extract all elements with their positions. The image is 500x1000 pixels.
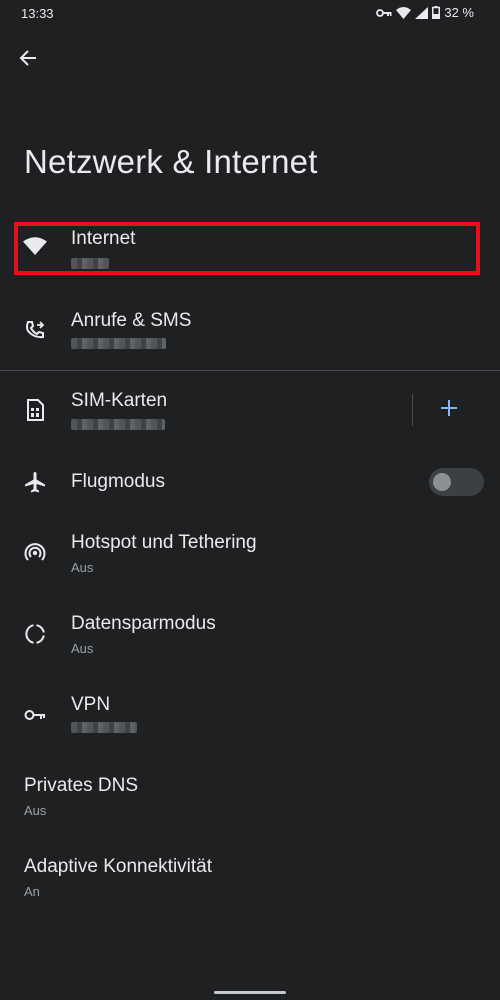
adaptive-connectivity-title: Adaptive Konnektivität	[24, 856, 213, 877]
redacted-calls-sms-value	[71, 338, 166, 349]
calls-sms-title: Anrufe & SMS	[71, 310, 192, 331]
back-button[interactable]	[14, 46, 42, 74]
settings-item-internet[interactable]: Internet	[0, 210, 500, 290]
hotspot-subtitle: Aus	[71, 560, 94, 575]
private-dns-title: Privates DNS	[24, 775, 139, 796]
internet-title: Internet	[71, 228, 136, 249]
data-saver-icon	[22, 621, 48, 647]
settings-item-airplane-mode[interactable]: Flugmodus	[0, 450, 420, 530]
sim-cards-title: SIM-Karten	[71, 390, 168, 411]
vpn-key-small-icon	[376, 8, 392, 18]
data-saver-subtitle: Aus	[71, 641, 94, 656]
battery-percent: 32 %	[444, 5, 474, 20]
status-icons: 32 %	[376, 5, 474, 20]
vpn-title: VPN	[71, 694, 111, 715]
page-title: Netzwerk & Internet	[24, 143, 318, 180]
navigation-handle[interactable]	[214, 991, 286, 994]
vpn-key-icon	[22, 702, 48, 728]
settings-item-vpn[interactable]: VPN	[0, 692, 500, 772]
battery-icon	[432, 6, 441, 19]
hotspot-title: Hotspot und Tethering	[71, 532, 257, 553]
add-sim-button[interactable]	[435, 396, 463, 424]
data-saver-title: Datensparmodus	[71, 613, 216, 634]
settings-item-data-saver[interactable]: Datensparmodus Aus	[0, 611, 500, 691]
redacted-vpn-value	[71, 722, 137, 733]
settings-item-sim-cards[interactable]: SIM-Karten	[0, 370, 400, 450]
adaptive-connectivity-subtitle: An	[24, 884, 40, 899]
toggle-knob	[433, 473, 451, 491]
settings-item-hotspot[interactable]: Hotspot und Tethering Aus	[0, 530, 500, 610]
hotspot-icon	[22, 540, 48, 566]
arrow-back-icon	[18, 48, 38, 73]
private-dns-subtitle: Aus	[24, 803, 47, 818]
cellular-signal-icon	[415, 6, 429, 19]
settings-item-adaptive-connectivity[interactable]: Adaptive Konnektivität An	[0, 854, 500, 934]
redacted-network-name	[71, 258, 109, 269]
airplane-mode-toggle[interactable]	[429, 468, 484, 496]
settings-item-calls-sms[interactable]: Anrufe & SMS	[0, 290, 500, 370]
sim-card-icon	[22, 397, 48, 423]
phone-forward-icon	[22, 317, 48, 343]
airplane-mode-title: Flugmodus	[71, 471, 165, 492]
wifi-icon	[22, 233, 48, 259]
status-bar: 13:33 32 %	[0, 0, 500, 30]
status-time: 13:33	[21, 6, 54, 21]
redacted-sim-value	[71, 419, 165, 430]
wifi-status-icon	[396, 6, 412, 19]
airplane-icon	[22, 469, 48, 495]
vertical-divider	[412, 394, 413, 426]
plus-icon	[440, 399, 458, 422]
settings-item-private-dns[interactable]: Privates DNS Aus	[0, 773, 500, 853]
